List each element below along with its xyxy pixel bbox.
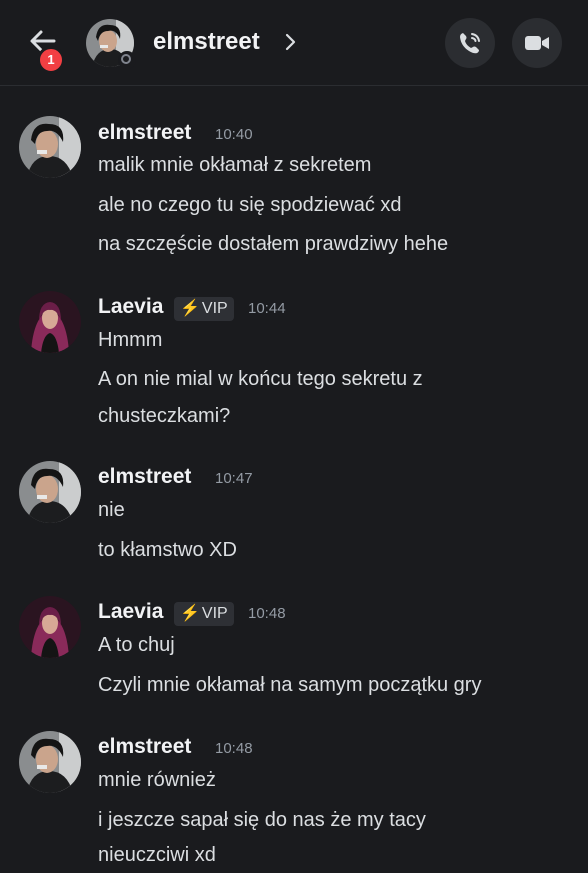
message-text: mnie również	[98, 769, 216, 791]
voice-call-button[interactable]	[445, 18, 495, 68]
message-text: to kłamstwo XD	[98, 539, 237, 561]
message-author[interactable]: Laevia	[98, 600, 163, 624]
message-text: i jeszcze sapał się do nas że my tacy	[98, 809, 426, 831]
message-text: malik mnie okłamał z sekretem	[98, 154, 372, 176]
message-text: A to chuj	[98, 634, 175, 656]
message-text: A on nie mial w końcu tego sekretu z	[98, 368, 423, 390]
message-timestamp: 10:40	[215, 126, 253, 143]
message-text: Hmmm	[98, 329, 163, 351]
unread-badge: 1	[37, 46, 65, 74]
message-text: na szczęście dostałem prawdziwy hehe	[98, 233, 449, 255]
avatar[interactable]	[19, 596, 81, 658]
message-text: chusteczkami?	[98, 405, 231, 427]
chevron-right-icon[interactable]	[283, 32, 297, 52]
chat-header: 1 elmstreet	[0, 0, 588, 86]
message-timestamp: 10:48	[215, 740, 253, 757]
message-text: ale no czego tu się spodziewać xd	[98, 194, 402, 216]
offline-status-indicator	[118, 51, 136, 69]
lightning-icon: ⚡	[180, 605, 200, 622]
message-text: nieuczciwi xd	[98, 844, 216, 866]
message-text: nie	[98, 499, 125, 521]
message-list[interactable]: elmstreet 10:40 malik mnie okłamał z sek…	[0, 86, 588, 873]
message-timestamp: 10:47	[215, 470, 253, 487]
video-call-button[interactable]	[512, 18, 562, 68]
channel-title[interactable]: elmstreet	[153, 28, 260, 56]
message-timestamp: 10:44	[248, 300, 286, 317]
message-author[interactable]: elmstreet	[98, 735, 191, 759]
avatar[interactable]	[19, 461, 81, 523]
message-text: Czyli mnie okłamał na samym początku gry	[98, 674, 482, 696]
vip-role-badge: ⚡ VIP	[174, 602, 234, 626]
vip-role-badge: ⚡ VIP	[174, 297, 234, 321]
phone-icon	[460, 33, 480, 54]
avatar[interactable]	[19, 291, 81, 353]
message-author[interactable]: Laevia	[98, 295, 163, 319]
avatar[interactable]	[19, 731, 81, 793]
lightning-icon: ⚡	[180, 300, 200, 317]
video-camera-icon	[525, 36, 549, 50]
message-timestamp: 10:48	[248, 605, 286, 622]
avatar[interactable]	[19, 116, 81, 178]
message-author[interactable]: elmstreet	[98, 465, 191, 489]
message-author[interactable]: elmstreet	[98, 121, 191, 145]
